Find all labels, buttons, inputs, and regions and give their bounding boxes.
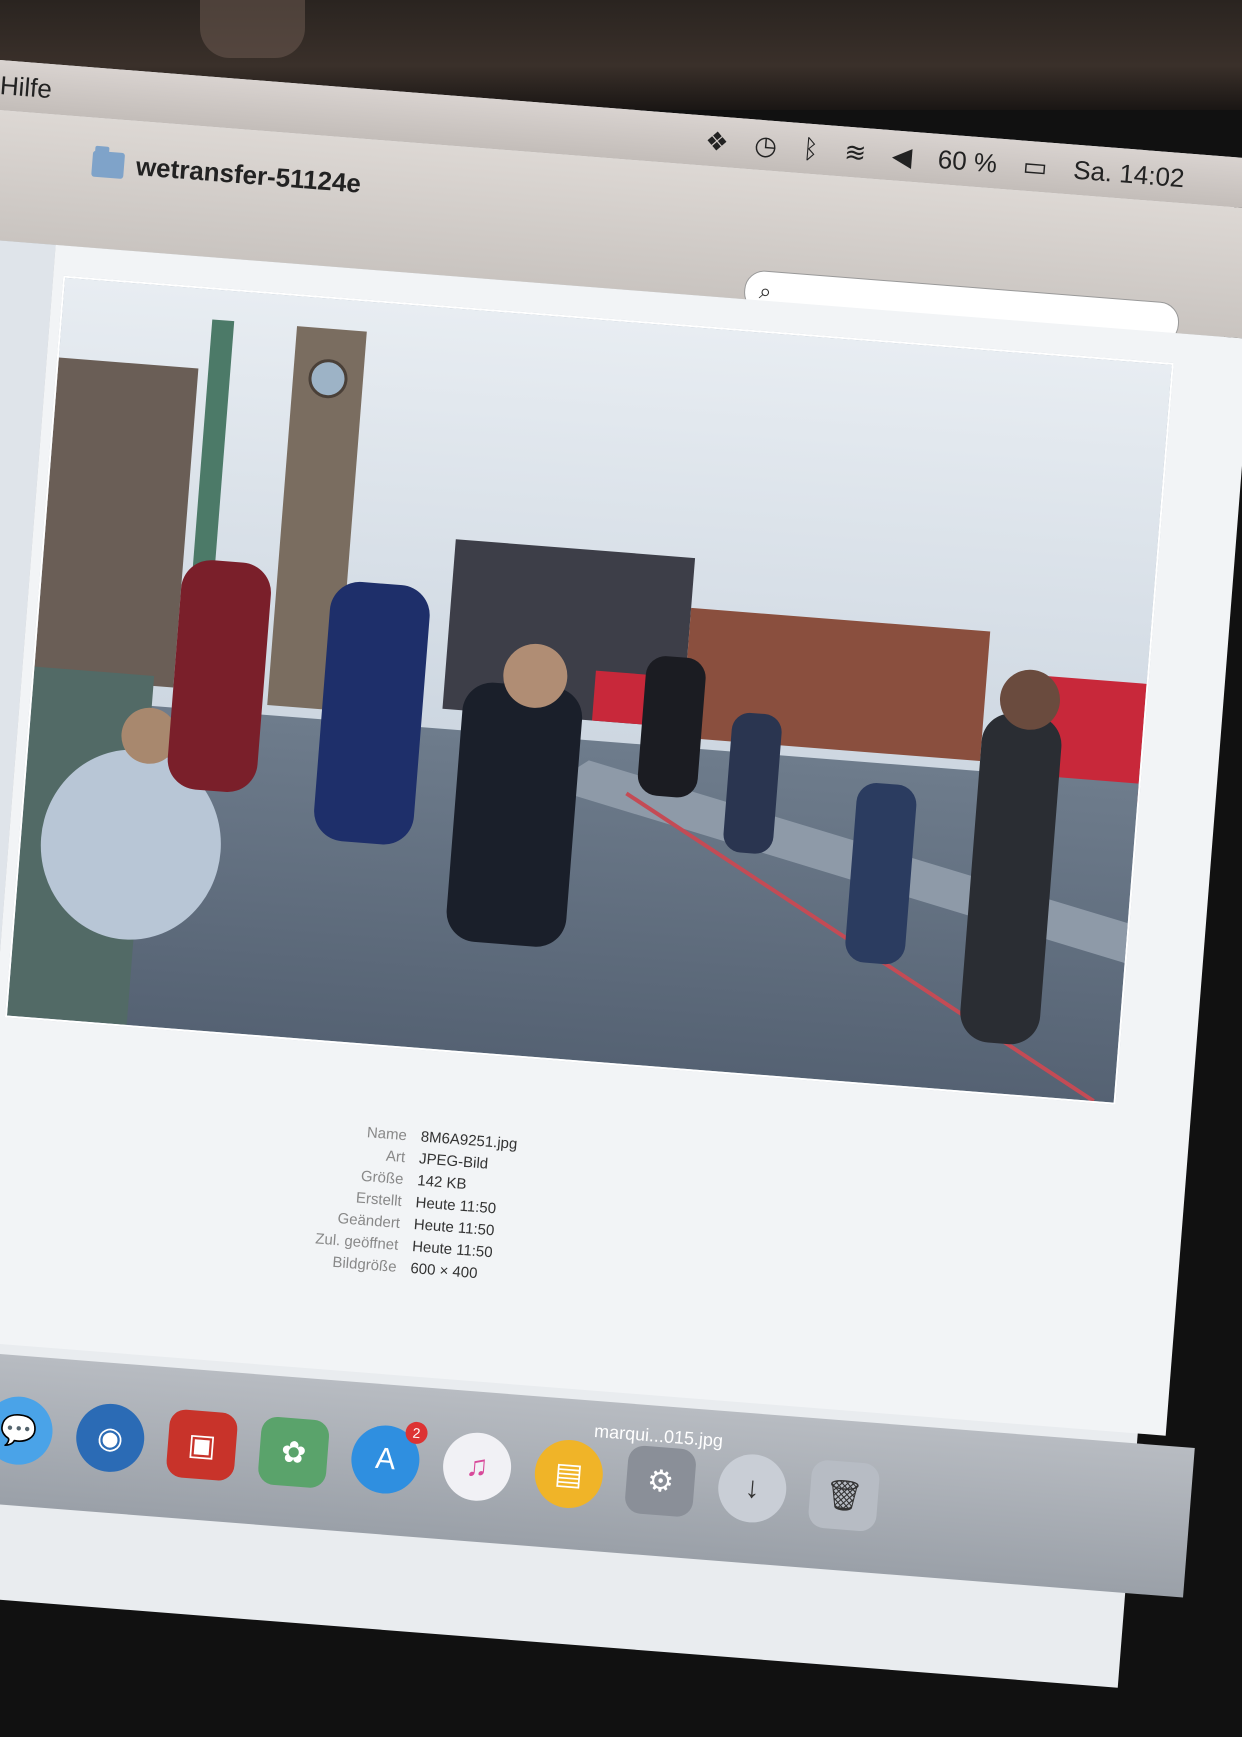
volume-icon[interactable]: ◀ xyxy=(891,140,913,172)
folder-icon xyxy=(91,150,126,179)
window-title-text: wetransfer-51124e xyxy=(134,151,363,199)
bluetooth-icon[interactable]: ᛒ xyxy=(802,133,820,165)
person-red-cardigan xyxy=(167,560,271,793)
image-preview xyxy=(4,275,1174,1105)
brick-building xyxy=(680,607,991,762)
system-preferences-icon[interactable]: ⚙ xyxy=(623,1444,698,1518)
trash-icon[interactable]: 🗑 xyxy=(807,1459,881,1533)
street-photo xyxy=(7,277,1172,1103)
photographer xyxy=(446,682,583,947)
app-store-icon[interactable]: A2 xyxy=(348,1421,429,1497)
webcam-housing xyxy=(200,0,305,58)
messages-icon[interactable]: 💬 xyxy=(0,1394,56,1468)
iphoto-icon[interactable]: ✿ xyxy=(257,1415,331,1489)
file-info: Name 8M6A9251.jpg Art JPEG-Bild Größe 142 K… xyxy=(286,1117,518,1288)
downloads-icon[interactable]: ↓ xyxy=(715,1451,789,1525)
tower-clock-face xyxy=(308,359,348,399)
ibooks-icon[interactable]: ▤ xyxy=(532,1437,606,1511)
parliament-building xyxy=(33,357,199,688)
wifi-icon[interactable]: ≋ xyxy=(843,136,867,169)
itunes-icon[interactable]: ♫ xyxy=(440,1430,514,1504)
screen: Hilfe ❖ ◷ ᛒ ≋ ◀ 60 % ▭ Sa. 14:02 wetrans… xyxy=(0,58,1242,1688)
battery-icon[interactable]: ▭ xyxy=(1022,150,1049,183)
battery-percent[interactable]: 60 % xyxy=(937,143,998,179)
menu-help[interactable]: Hilfe xyxy=(0,70,53,105)
time-machine-icon[interactable]: ◷ xyxy=(753,129,778,162)
person-blue-dress xyxy=(314,581,430,845)
camera-operator xyxy=(637,656,706,798)
clock[interactable]: Sa. 14:02 xyxy=(1072,154,1185,194)
dropbox-icon[interactable]: ❖ xyxy=(704,125,730,158)
safari-icon[interactable]: ◉ xyxy=(73,1401,147,1475)
window-title: wetransfer-51124e xyxy=(91,148,362,200)
app-store-badge: 2 xyxy=(404,1421,429,1445)
photo-booth-icon[interactable]: ▣ xyxy=(165,1408,239,1482)
